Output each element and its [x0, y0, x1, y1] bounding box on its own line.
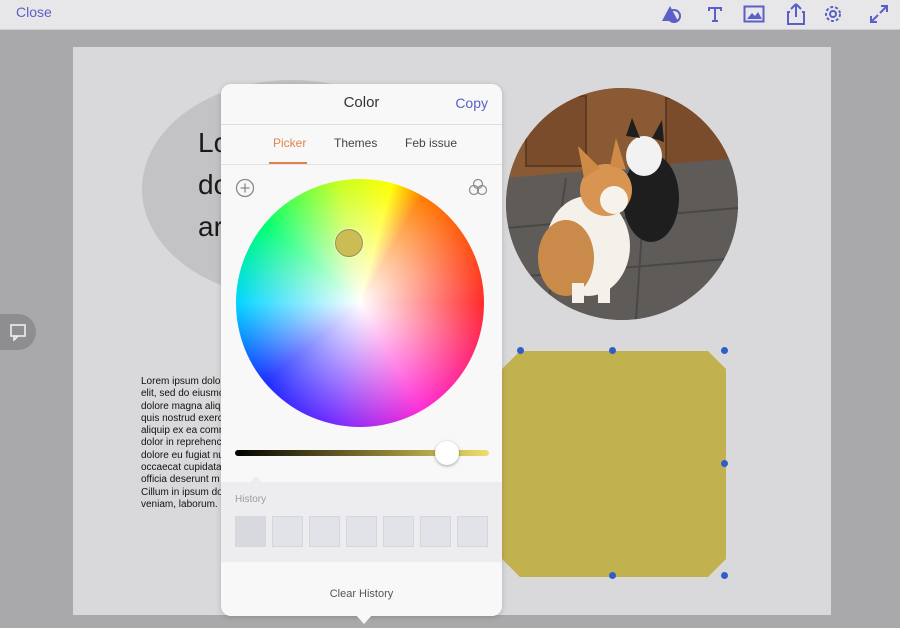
history-swatch[interactable]: [420, 516, 451, 547]
body-text-line: veniam, laborum.: [141, 498, 218, 510]
color-wheel[interactable]: [236, 179, 484, 427]
comment-icon: [10, 324, 26, 341]
color-harmony-icon[interactable]: [467, 177, 489, 199]
share-icon[interactable]: [783, 2, 809, 26]
selection-handle[interactable]: [517, 347, 524, 354]
body-text-line: dolore magna aliq: [141, 400, 221, 412]
selection-handle[interactable]: [721, 460, 728, 467]
history-swatch[interactable]: [309, 516, 340, 547]
octagon-fill: [502, 351, 726, 577]
octagon-shape[interactable]: [502, 351, 726, 577]
history-swatch[interactable]: [383, 516, 414, 547]
body-text-line: quis nostrud exerc: [141, 412, 223, 424]
body-text-line: Cillum in ipsum do: [141, 486, 223, 498]
body-text-line: Lorem ipsum dolo: [141, 376, 221, 387]
history-swatch[interactable]: [346, 516, 377, 547]
body-text-block[interactable]: Lorem ipsum dolo elit, sed do eiusmo dol…: [141, 376, 223, 522]
tab-feb-issue[interactable]: Feb issue: [405, 136, 457, 150]
dogs-photo[interactable]: [506, 88, 738, 320]
history-swatch[interactable]: [457, 516, 488, 547]
history-swatch[interactable]: [235, 516, 266, 547]
tab-themes[interactable]: Themes: [334, 136, 377, 150]
fullscreen-icon[interactable]: [866, 2, 892, 26]
body-text-line: officia deserunt m: [141, 474, 220, 486]
clear-history-button[interactable]: Clear History: [221, 588, 502, 600]
divider: [221, 164, 502, 165]
top-toolbar: Close: [0, 0, 900, 30]
color-popover: Color Copy Picker Themes Feb issue Histo…: [221, 84, 502, 616]
history-label: History: [235, 494, 267, 505]
body-text-line: aliquip ex ea comm: [141, 425, 223, 437]
add-color-icon[interactable]: [235, 178, 255, 198]
color-wheel-handle[interactable]: [335, 229, 363, 257]
settings-icon[interactable]: [820, 2, 846, 26]
text-icon[interactable]: [702, 2, 728, 26]
side-panel-toggle[interactable]: [0, 314, 36, 350]
shape-icon[interactable]: [658, 2, 684, 26]
tab-picker[interactable]: Picker: [273, 136, 306, 150]
selection-handle[interactable]: [609, 572, 616, 579]
history-swatch[interactable]: [272, 516, 303, 547]
selection-handle[interactable]: [721, 347, 728, 354]
selection-handle[interactable]: [609, 347, 616, 354]
brightness-slider-knob[interactable]: [435, 441, 459, 465]
body-text-line: elit, sed do eiusmo: [141, 388, 223, 400]
popover-arrow: [355, 614, 373, 624]
divider: [221, 124, 502, 125]
body-text-line: dolore eu fugiat nu: [141, 449, 223, 461]
copy-button[interactable]: Copy: [455, 95, 488, 111]
close-button[interactable]: Close: [16, 4, 52, 20]
body-text-line: dolor in reprehenc: [141, 437, 222, 449]
selection-handle[interactable]: [721, 572, 728, 579]
image-icon[interactable]: [741, 2, 767, 26]
body-text-line: occaecat cupidata: [141, 462, 222, 474]
